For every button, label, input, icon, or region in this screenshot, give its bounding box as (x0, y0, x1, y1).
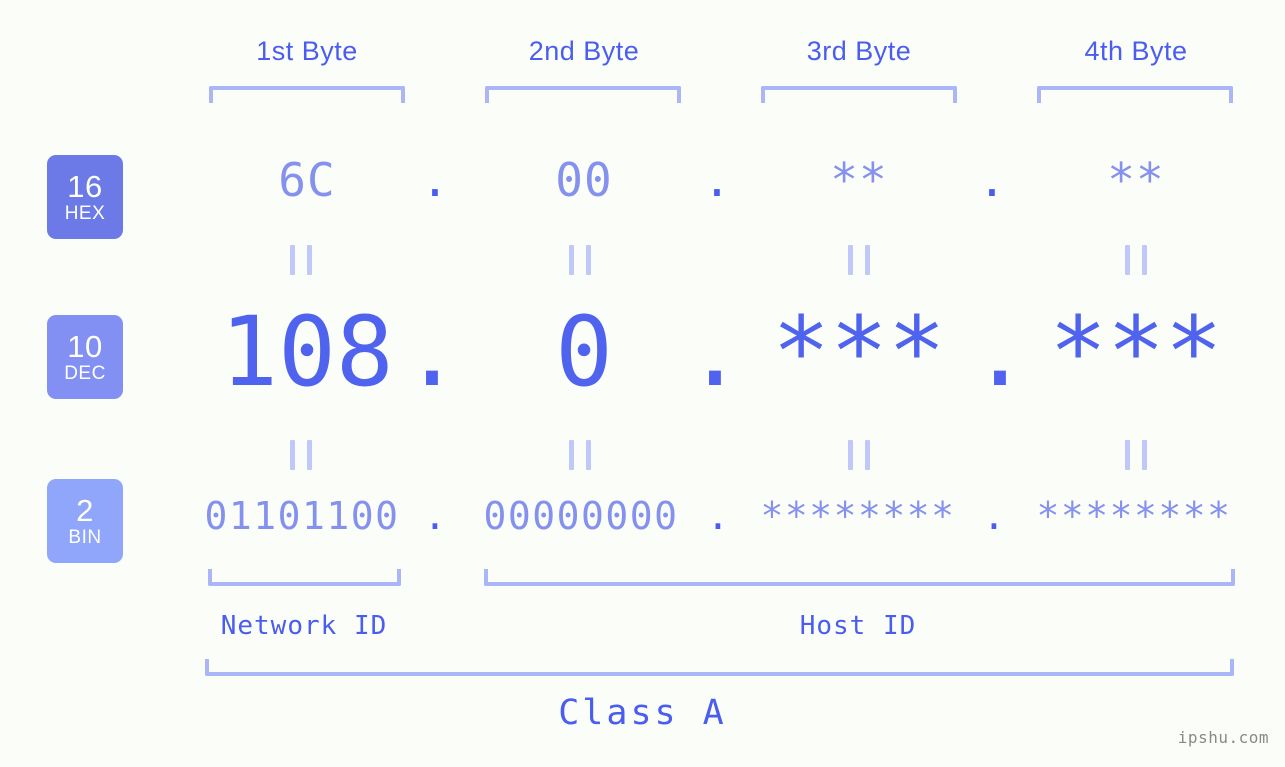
network-id-label: Network ID (220, 611, 388, 641)
dec-byte-2-value: 0 (555, 296, 613, 408)
dec-byte-1-value: 108 (220, 296, 394, 408)
bin-byte-4-value: ******** (1036, 494, 1232, 538)
host-id-bracket (484, 569, 1235, 586)
radix-badge-bin-abbr: BIN (68, 527, 102, 548)
equality-connector-dec-bin-3 (848, 440, 870, 470)
radix-badge-hex-abbr: HEX (64, 203, 106, 224)
hex-byte-1-value: 6C (278, 153, 336, 207)
radix-badge-hex-number: 16 (67, 169, 103, 204)
hex-separator-1: . (421, 153, 449, 207)
hex-byte-2-value: 00 (555, 153, 613, 207)
class-label: Class A (558, 693, 727, 733)
hex-byte-3-value: ** (830, 153, 888, 207)
radix-badge-bin: 2 BIN (47, 479, 123, 563)
equality-connector-dec-bin-4 (1125, 440, 1147, 470)
class-bracket (205, 659, 1234, 676)
bin-separator-1: . (423, 494, 447, 538)
bin-byte-2-value: 00000000 (483, 494, 679, 538)
byte-bracket-1 (209, 86, 405, 103)
dec-separator-2: . (686, 296, 744, 408)
byte-header-3: 3rd Byte (806, 36, 912, 66)
byte-header-1: 1st Byte (256, 36, 358, 66)
bin-byte-1-value: 01101100 (204, 494, 400, 538)
host-id-label: Host ID (799, 611, 917, 641)
equality-connector-hex-dec-1 (290, 245, 312, 275)
ip-byte-breakdown-diagram: 1st Byte 2nd Byte 3rd Byte 4th Byte 16 H… (0, 0, 1285, 767)
hex-separator-3: . (978, 153, 1006, 207)
dec-separator-1: . (403, 296, 461, 408)
byte-header-4: 4th Byte (1084, 36, 1188, 66)
radix-badge-hex: 16 HEX (47, 155, 123, 239)
byte-bracket-3 (761, 86, 957, 103)
radix-badge-dec: 10 DEC (47, 315, 123, 399)
byte-header-2: 2nd Byte (528, 36, 640, 66)
hex-byte-4-value: ** (1107, 153, 1165, 207)
equality-connector-dec-bin-2 (569, 440, 591, 470)
hex-separator-2: . (703, 153, 731, 207)
watermark: ipshu.com (1177, 728, 1269, 747)
equality-connector-dec-bin-1 (290, 440, 312, 470)
dec-byte-4-value: *** (1049, 296, 1223, 408)
radix-badge-dec-number: 10 (67, 329, 103, 364)
bin-byte-3-value: ******** (760, 494, 956, 538)
equality-connector-hex-dec-3 (848, 245, 870, 275)
dec-byte-3-value: *** (772, 296, 946, 408)
radix-badge-bin-number: 2 (76, 493, 94, 528)
network-id-bracket (208, 569, 401, 586)
equality-connector-hex-dec-2 (569, 245, 591, 275)
byte-bracket-2 (485, 86, 681, 103)
radix-badge-dec-abbr: DEC (64, 363, 106, 384)
equality-connector-hex-dec-4 (1125, 245, 1147, 275)
byte-bracket-4 (1037, 86, 1233, 103)
